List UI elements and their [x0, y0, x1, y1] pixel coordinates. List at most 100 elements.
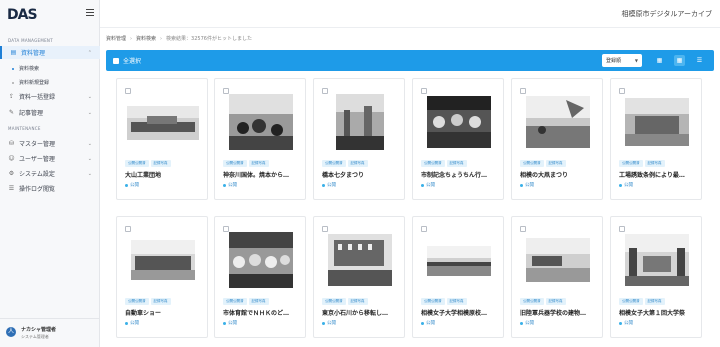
card-thumbnail[interactable]	[225, 230, 297, 290]
chevron-down-icon: ⌄	[87, 93, 92, 100]
result-card[interactable]: 公開公開済 記録写真 旧陸軍兵器学校の建物… 公開	[511, 216, 603, 338]
card-status-label: 公開	[624, 321, 633, 326]
sidebar-item-system[interactable]: ⚙ システム設定 ⌄	[0, 167, 100, 180]
user-box[interactable]: 人 ナカシャ管理者 システム管理者	[0, 318, 100, 347]
view-large-grid-button[interactable]: ▦	[654, 55, 665, 66]
result-card[interactable]: 公開公開済 記録写真 相模女子大学相模原校… 公開	[412, 216, 504, 338]
list-icon: ☰	[696, 57, 703, 64]
result-card[interactable]: 公開公開済 記録写真 市体育館でＮＨＫのど… 公開	[214, 216, 306, 338]
card-title[interactable]: 相模の大凧まつり	[520, 170, 600, 179]
breadcrumb-item[interactable]: 資料検索	[136, 35, 156, 42]
result-card[interactable]: 公開公開済 記録写真 大山工業団地 公開	[116, 78, 208, 200]
status-dot-icon	[520, 183, 523, 187]
card-status-label: 公開	[525, 183, 534, 188]
card-title[interactable]: 東京小石川から移転し…	[322, 308, 402, 317]
card-status-label: 公開	[130, 321, 139, 326]
sidebar-item-users[interactable]: ☺ ユーザー管理 ⌄	[0, 152, 100, 165]
card-title[interactable]: 工場誘致条例により最…	[619, 170, 699, 179]
status-dot-icon	[619, 183, 622, 187]
card-title[interactable]: 橋本七夕まつり	[322, 170, 402, 179]
sidebar-subitem-new[interactable]: 資料新規登録	[12, 79, 49, 86]
card-tag: 記録写真	[644, 160, 665, 167]
sidebar-item-article[interactable]: ✎ 記事管理 ⌄	[0, 106, 100, 119]
user-name: ナカシャ管理者	[21, 327, 57, 333]
result-card[interactable]: 公開公開済 記録写真神奈川国体。焼本から… 公開	[214, 78, 306, 200]
sidebar-item-label: 資料管理	[21, 50, 46, 57]
svg-text:DAS: DAS	[7, 7, 37, 22]
result-card[interactable]: 公開公開済 記録写真東京小石川から移転し… 公開	[313, 216, 405, 338]
sidebar-subitem-search[interactable]: 資料検索	[12, 65, 39, 72]
card-thumbnail[interactable]	[225, 92, 297, 152]
card-thumbnail[interactable]	[621, 230, 693, 290]
card-title[interactable]: 市体育館でＮＨＫのど…	[223, 308, 303, 317]
card-status: 公開	[421, 182, 435, 188]
breadcrumb-separator: ›	[130, 35, 133, 42]
card-status: 公開	[125, 182, 139, 188]
card-tag: 公開公開済	[421, 160, 445, 167]
result-card[interactable]: 公開公開済 記録写真 相模の大凧まつり 公開	[511, 78, 603, 200]
header: 相模原市デジタルアーカイブ	[100, 0, 720, 28]
card-status: 公開	[322, 320, 336, 326]
card-thumbnail[interactable]	[127, 230, 199, 290]
card-status: 公開	[223, 320, 237, 326]
card-thumbnail[interactable]	[423, 230, 495, 290]
card-tags: 公開公開済 記録写真	[223, 160, 269, 167]
card-status-label: 公開	[327, 183, 336, 188]
card-title[interactable]: 相模女子大学相模原校…	[421, 308, 501, 317]
card-thumbnail[interactable]	[423, 92, 495, 152]
grid-icon: ▦	[676, 57, 683, 64]
result-card[interactable]: 公開公開済 記録写真 市制記念ちょうちん行… 公開	[412, 78, 504, 200]
card-tag: 公開公開済	[520, 298, 544, 305]
card-title[interactable]: 大山工業団地	[125, 170, 205, 179]
card-title[interactable]: 旧陸軍兵器学校の建物…	[520, 308, 600, 317]
card-title[interactable]: 市制記念ちょうちん行…	[421, 170, 501, 179]
card-thumbnail[interactable]	[522, 230, 594, 290]
breadcrumb-item[interactable]: 資料管理	[106, 35, 126, 42]
card-tag: 公開公開済	[619, 298, 643, 305]
checkbox-icon	[113, 57, 119, 64]
card-thumbnail[interactable]	[127, 92, 199, 152]
card-thumbnail[interactable]	[522, 92, 594, 152]
status-dot-icon	[421, 183, 424, 187]
result-card[interactable]: 公開公開済 記録写真 相模女子大第１回大学祭 公開	[610, 216, 702, 338]
sidebar-item-master[interactable]: ⛁ マスター管理 ⌄	[0, 137, 100, 150]
card-thumbnail[interactable]	[324, 230, 396, 290]
breadcrumb: 資料管理 › 資料検索 › 検索結果：32576件がヒットしました	[106, 35, 252, 43]
card-thumbnail[interactable]	[621, 92, 693, 152]
view-grid-button[interactable]: ▦	[674, 55, 685, 66]
dot-icon	[12, 81, 14, 84]
breadcrumb-separator: ›	[160, 35, 163, 42]
sidebar-item-label: 操作ログ閲覧	[19, 186, 56, 193]
card-status: 公開	[619, 182, 633, 188]
card-tag: 記録写真	[248, 160, 269, 167]
result-card[interactable]: 公開公開済 記録写真 自動車ショー 公開	[116, 216, 208, 338]
card-tag: 公開公開済	[322, 160, 346, 167]
logo[interactable]: DAS	[7, 6, 43, 22]
select-all-checkbox[interactable]: 全選択	[113, 56, 141, 65]
dot-icon	[12, 67, 14, 70]
card-status-label: 公開	[228, 321, 237, 326]
sidebar-item-material[interactable]: ▤ 資料管理 ⌃	[0, 46, 100, 59]
card-title[interactable]: 神奈川国体。焼本から…	[223, 170, 303, 179]
card-tags: 公開公開済 記録写真	[520, 298, 566, 305]
card-tag: 記録写真	[347, 298, 368, 305]
result-card[interactable]: 公開公開済 記録写真 橋本七夕まつり 公開	[313, 78, 405, 200]
card-tag: 公開公開済	[223, 298, 247, 305]
card-title[interactable]: 自動車ショー	[125, 308, 205, 317]
result-card[interactable]: 公開公開済 記録写真工場誘致条例により最… 公開	[610, 78, 702, 200]
view-list-button[interactable]: ☰	[694, 55, 705, 66]
card-thumbnail[interactable]	[324, 92, 396, 152]
card-status: 公開	[223, 182, 237, 188]
card-tag: 公開公開済	[322, 298, 346, 305]
sidebar-item-logs[interactable]: ☰ 操作ログ閲覧	[0, 182, 100, 195]
sidebar-item-bulk[interactable]: ⇪ 資料一括登録 ⌄	[0, 90, 100, 103]
database-icon: ⛁	[8, 140, 15, 147]
card-tags: 公開公開済 記録写真	[619, 160, 665, 167]
card-tag: 公開公開済	[520, 160, 544, 167]
hamburger-menu-icon[interactable]	[86, 9, 94, 17]
status-dot-icon	[125, 183, 128, 187]
sort-select[interactable]: 登録順 ▼	[602, 54, 642, 67]
card-title[interactable]: 相模女子大第１回大学祭	[619, 308, 699, 317]
result-toolbar: 全選択 登録順 ▼ ▦ ▦ ☰	[106, 50, 714, 71]
chevron-down-icon: ▼	[634, 58, 638, 63]
